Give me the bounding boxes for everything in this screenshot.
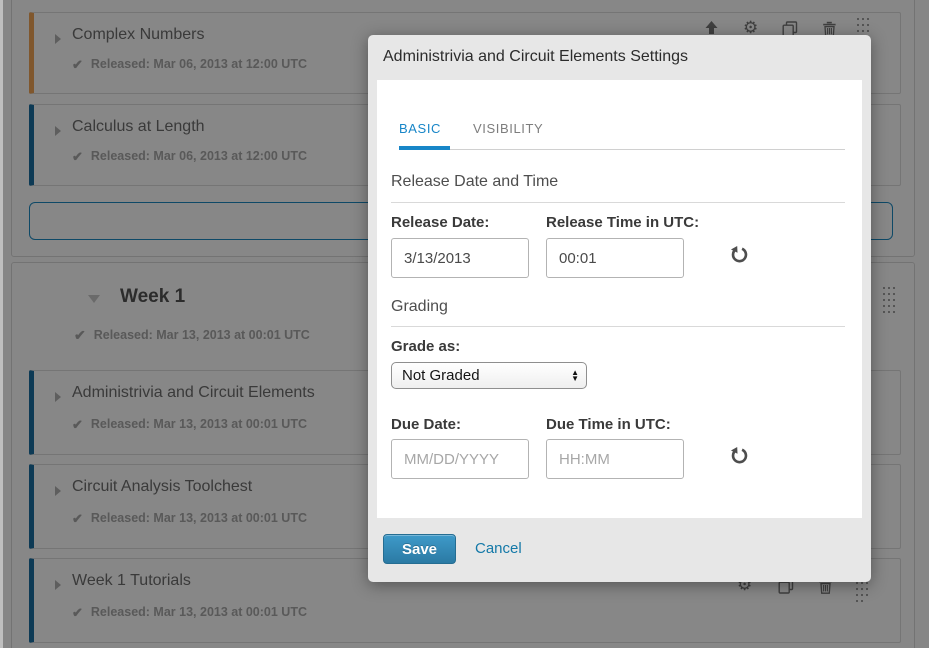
- due-date-label: Due Date:: [391, 416, 461, 433]
- tabs-divider: [399, 149, 845, 150]
- section-divider: [391, 202, 845, 203]
- section-divider: [391, 326, 845, 327]
- release-date-input[interactable]: [391, 238, 529, 278]
- release-section-heading: Release Date and Time: [391, 173, 558, 191]
- modal-tabs: BASIC VISIBILITY: [399, 121, 543, 136]
- grading-section-heading: Grading: [391, 298, 448, 316]
- reset-release-icon[interactable]: [730, 246, 748, 264]
- course-outline-page: Complex Numbers ✔ Released: Mar 06, 2013…: [0, 0, 929, 648]
- due-time-input[interactable]: [546, 439, 684, 479]
- grade-as-value: Not Graded: [402, 367, 480, 384]
- active-tab-underline: [399, 146, 450, 150]
- select-arrows-icon: ▲▼: [571, 370, 579, 382]
- cancel-link[interactable]: Cancel: [475, 540, 522, 557]
- tab-basic[interactable]: BASIC: [399, 121, 441, 136]
- grade-as-label: Grade as:: [391, 338, 460, 355]
- modal-title: Administrivia and Circuit Elements Setti…: [383, 48, 688, 66]
- release-time-label: Release Time in UTC:: [546, 214, 699, 231]
- due-date-input[interactable]: [391, 439, 529, 479]
- save-button[interactable]: Save: [383, 534, 456, 564]
- grade-as-select[interactable]: Not Graded ▲▼: [391, 362, 587, 389]
- release-date-label: Release Date:: [391, 214, 489, 231]
- due-time-label: Due Time in UTC:: [546, 416, 671, 433]
- subsection-settings-modal: Administrivia and Circuit Elements Setti…: [368, 35, 871, 582]
- reset-due-icon[interactable]: [730, 447, 748, 465]
- modal-body: BASIC VISIBILITY Release Date and Time R…: [377, 80, 862, 518]
- tab-visibility[interactable]: VISIBILITY: [473, 121, 543, 136]
- page-left-edge: [0, 0, 3, 648]
- release-time-input[interactable]: [546, 238, 684, 278]
